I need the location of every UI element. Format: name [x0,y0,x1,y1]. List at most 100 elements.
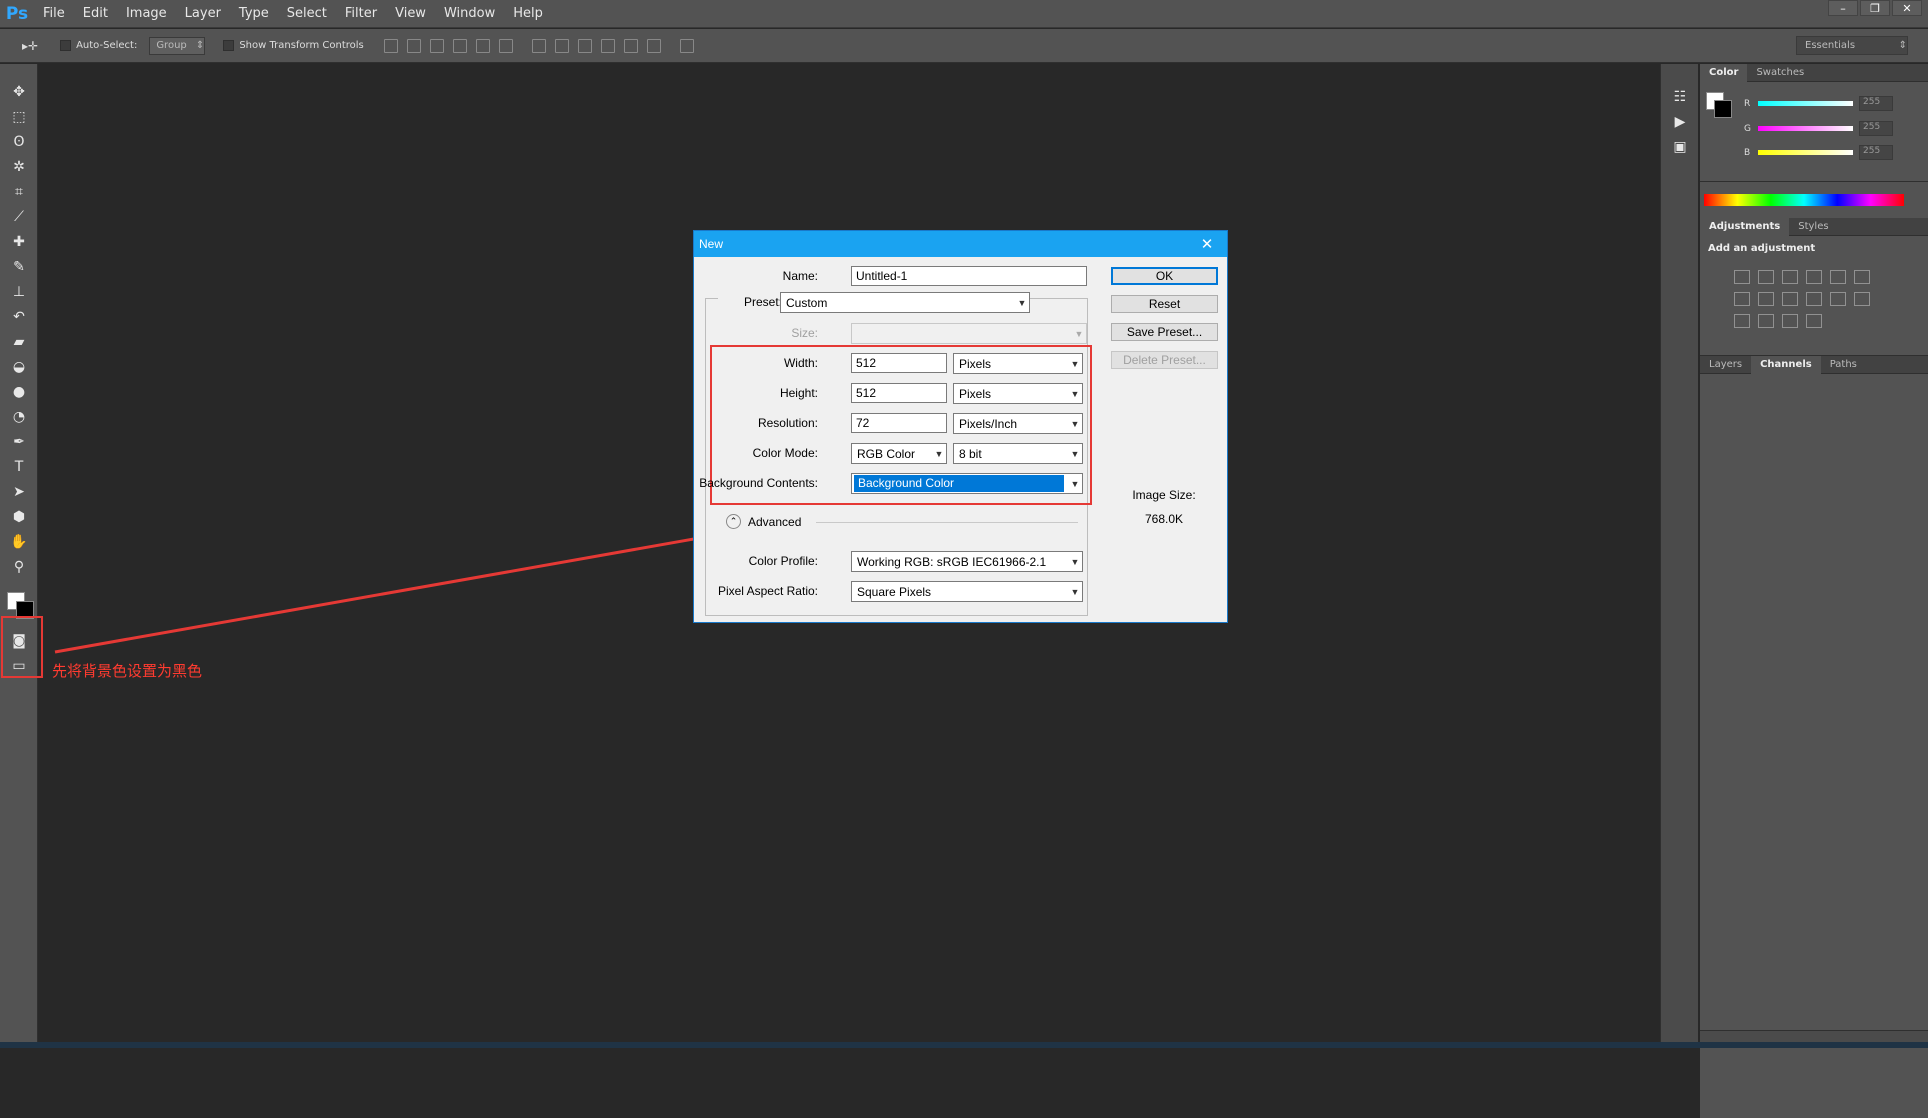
clone-stamp-tool-icon[interactable]: ⊥ [7,281,31,303]
vibrance-icon[interactable] [1830,270,1846,284]
shape-tool-icon[interactable]: ⬢ [7,506,31,528]
ok-button[interactable]: OK [1111,267,1218,285]
workspace-select[interactable]: Essentials⇕ [1796,36,1908,55]
exposure-icon[interactable] [1806,270,1822,284]
red-slider[interactable] [1758,101,1853,106]
menu-select[interactable]: Select [278,0,336,28]
properties-panel-icon[interactable]: ▣ [1668,136,1692,158]
magic-wand-tool-icon[interactable]: ✲ [7,156,31,178]
distribute-left-icon[interactable] [601,39,615,53]
hand-tool-icon[interactable]: ✋ [7,531,31,553]
blur-tool-icon[interactable]: ● [7,381,31,403]
healing-brush-tool-icon[interactable]: ✚ [7,231,31,253]
pixel-aspect-select[interactable]: Square Pixels▼ [851,581,1083,602]
panel-background-swatch[interactable] [1714,100,1732,118]
blue-value[interactable]: 255 [1859,145,1893,160]
menu-help[interactable]: Help [504,0,552,28]
align-bottom-icon[interactable] [430,39,444,53]
brush-tool-icon[interactable]: ✎ [7,256,31,278]
tab-adjustments[interactable]: Adjustments [1700,218,1789,236]
eraser-tool-icon[interactable]: ▰ [7,331,31,353]
lasso-tool-icon[interactable]: ʘ [7,131,31,153]
height-unit-select[interactable]: Pixels▼ [953,383,1083,404]
invert-icon[interactable] [1854,292,1870,306]
resolution-input[interactable]: 72 [851,413,947,433]
red-value[interactable]: 255 [1859,96,1893,111]
dodge-tool-icon[interactable]: ◔ [7,406,31,428]
threshold-icon[interactable] [1758,314,1774,328]
width-unit-select[interactable]: Pixels▼ [953,353,1083,374]
selective-color-icon[interactable] [1782,314,1798,328]
tab-channels[interactable]: Channels [1751,356,1821,374]
history-brush-tool-icon[interactable]: ↶ [7,306,31,328]
eyedropper-tool-icon[interactable]: ⟋ [7,206,31,228]
crop-tool-icon[interactable]: ⌗ [7,181,31,203]
color-spectrum[interactable] [1704,194,1904,206]
align-right-icon[interactable] [499,39,513,53]
auto-select-target-select[interactable]: Group⇕ [149,37,205,55]
reset-button[interactable]: Reset [1111,295,1218,313]
channel-mixer-icon[interactable] [1806,292,1822,306]
tab-swatches[interactable]: Swatches [1747,64,1813,82]
distribute-hcenter-icon[interactable] [624,39,638,53]
tab-styles[interactable]: Styles [1789,218,1837,236]
blue-slider[interactable] [1758,150,1853,155]
hue-saturation-icon[interactable] [1854,270,1870,284]
background-contents-select[interactable]: Background Color▼ [851,473,1083,494]
move-tool-icon[interactable]: ▸✛ [22,39,38,53]
height-input[interactable]: 512 [851,383,947,403]
align-vcenter-icon[interactable] [407,39,421,53]
color-lookup-icon[interactable] [1830,292,1846,306]
curves-icon[interactable] [1782,270,1798,284]
menu-file[interactable]: File [34,0,74,28]
color-balance-icon[interactable] [1734,292,1750,306]
align-top-icon[interactable] [384,39,398,53]
tab-layers[interactable]: Layers [1700,356,1751,374]
distribute-top-icon[interactable] [532,39,546,53]
marquee-tool-icon[interactable]: ⬚ [7,106,31,128]
distribute-vcenter-icon[interactable] [555,39,569,53]
save-preset-button[interactable]: Save Preset... [1111,323,1218,341]
close-window-button[interactable]: ✕ [1892,0,1922,16]
menu-window[interactable]: Window [435,0,504,28]
distribute-bottom-icon[interactable] [578,39,592,53]
advanced-label[interactable]: Advanced [748,515,801,529]
dialog-close-icon[interactable]: ✕ [1187,235,1227,253]
levels-icon[interactable] [1758,270,1774,284]
name-input[interactable]: Untitled-1 [851,266,1087,286]
menu-type[interactable]: Type [230,0,278,28]
photo-filter-icon[interactable] [1782,292,1798,306]
color-profile-select[interactable]: Working RGB: sRGB IEC61966-2.1▼ [851,551,1083,572]
align-hcenter-icon[interactable] [476,39,490,53]
menu-layer[interactable]: Layer [176,0,230,28]
menu-edit[interactable]: Edit [74,0,117,28]
advanced-toggle-icon[interactable]: ⌃ [726,514,741,529]
minimize-button[interactable]: – [1828,0,1858,16]
green-slider[interactable] [1758,126,1853,131]
pen-tool-icon[interactable]: ✒ [7,431,31,453]
width-input[interactable]: 512 [851,353,947,373]
preset-select[interactable]: Custom▼ [780,292,1030,313]
actions-panel-icon[interactable]: ▶ [1668,111,1692,133]
align-left-icon[interactable] [453,39,467,53]
paint-bucket-tool-icon[interactable]: ◒ [7,356,31,378]
posterize-icon[interactable] [1734,314,1750,328]
brightness-icon[interactable] [1734,270,1750,284]
path-selection-tool-icon[interactable]: ➤ [7,481,31,503]
resolution-unit-select[interactable]: Pixels/Inch▼ [953,413,1083,434]
zoom-tool-icon[interactable]: ⚲ [7,556,31,578]
black-white-icon[interactable] [1758,292,1774,306]
green-value[interactable]: 255 [1859,121,1893,136]
type-tool-icon[interactable]: T [7,456,31,478]
bit-depth-select[interactable]: 8 bit▼ [953,443,1083,464]
auto-align-icon[interactable] [680,39,694,53]
menu-image[interactable]: Image [117,0,176,28]
tab-paths[interactable]: Paths [1821,356,1866,374]
transform-controls-checkbox[interactable] [223,40,234,51]
color-mode-select[interactable]: RGB Color▼ [851,443,947,464]
distribute-right-icon[interactable] [647,39,661,53]
restore-button[interactable]: ❐ [1860,0,1890,16]
move-tool-icon[interactable]: ✥ [7,81,31,103]
tab-color[interactable]: Color [1700,64,1747,82]
auto-select-checkbox[interactable] [60,40,71,51]
